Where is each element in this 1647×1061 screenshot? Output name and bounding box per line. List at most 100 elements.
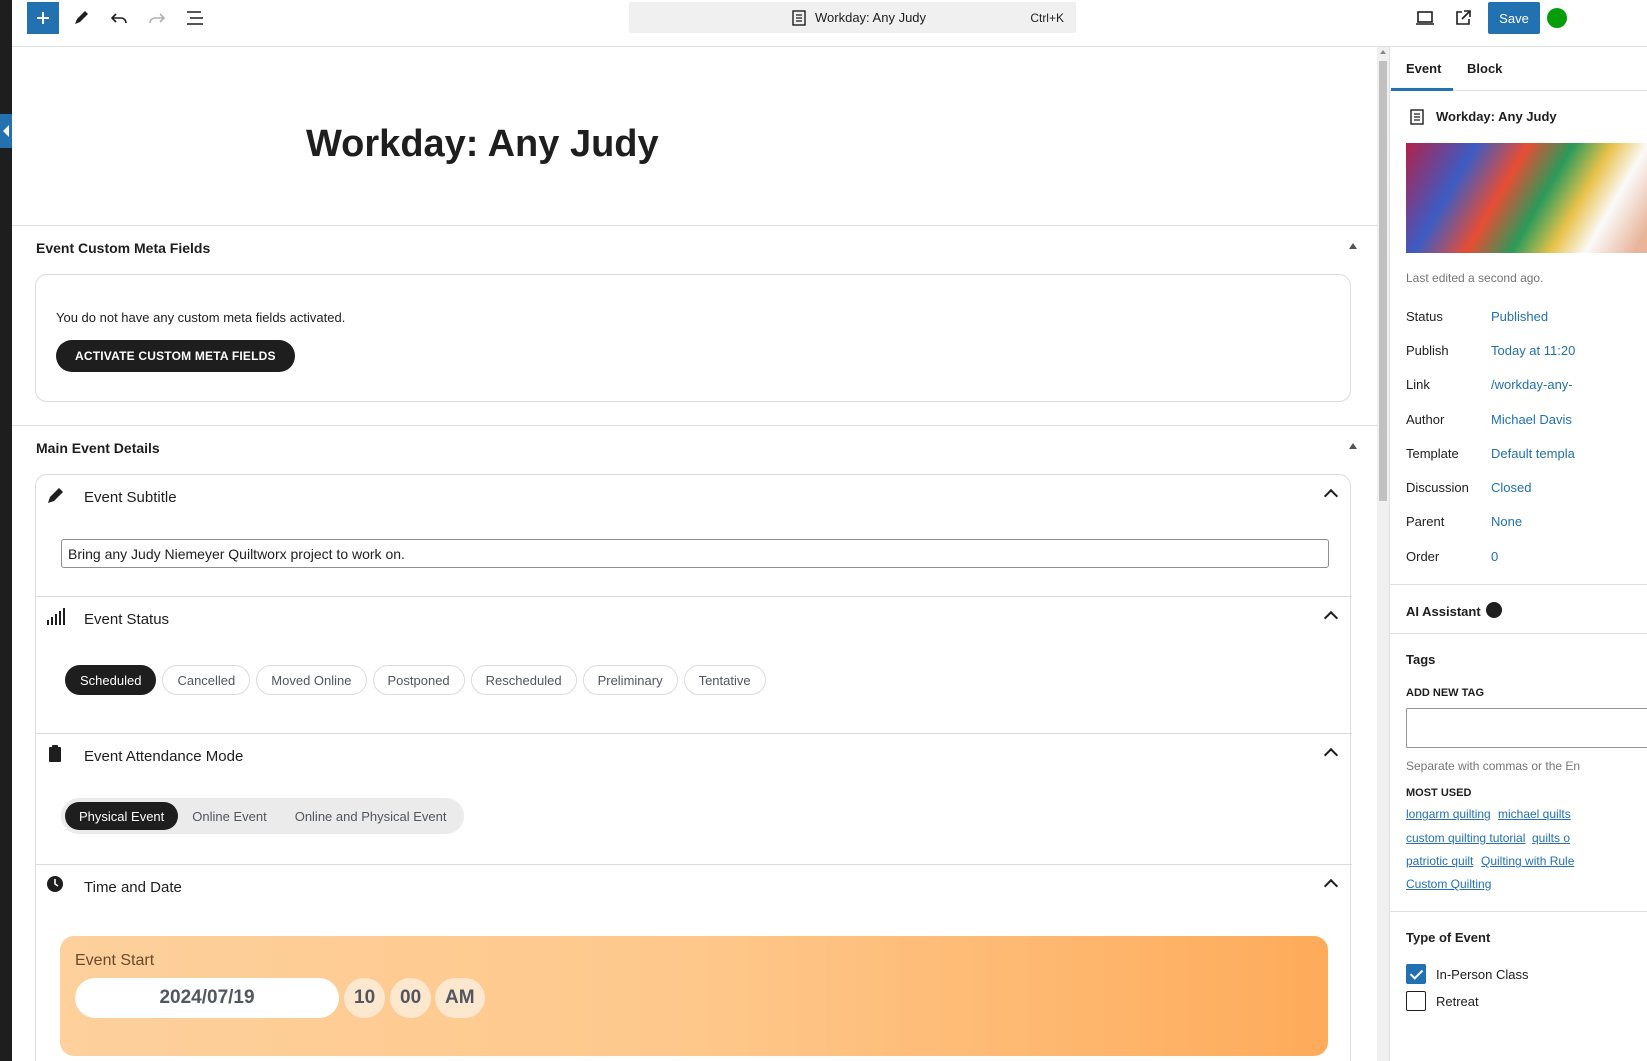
tag-link[interactable]: Quilting with Rule — [1481, 854, 1574, 868]
ai-assistant-header[interactable]: AI Assistant — [1406, 604, 1481, 619]
clock-icon — [47, 876, 63, 892]
tags-header[interactable]: Tags — [1406, 652, 1435, 667]
discussion-row-value[interactable]: Closed — [1491, 480, 1531, 495]
tags-help-text: Separate with commas or the En — [1406, 759, 1581, 773]
signal-bars-icon — [47, 608, 65, 625]
add-block-button[interactable] — [27, 2, 59, 34]
status-option-moved-online[interactable]: Moved Online — [256, 665, 367, 695]
time-date-label: Time and Date — [84, 879, 182, 896]
event-start-ampm[interactable]: AM — [435, 978, 485, 1018]
divider — [1390, 584, 1647, 585]
editor-canvas: Workday: Any Judy Event Custom Meta Fiel… — [12, 47, 1439, 1061]
sidebar-tabs: Event Block — [1390, 47, 1647, 91]
jetpack-icon[interactable] — [1547, 8, 1567, 28]
event-start-minute[interactable]: 00 — [390, 978, 432, 1018]
view-post-button[interactable] — [1447, 2, 1479, 34]
type-of-event-header[interactable]: Type of Event — [1406, 930, 1490, 945]
activate-custom-meta-button[interactable]: ACTIVATE CUSTOM META FIELDS — [56, 340, 295, 372]
tab-block[interactable]: Block — [1467, 61, 1502, 76]
command-palette-bar[interactable]: Workday: Any Judy Ctrl+K — [629, 2, 1076, 33]
divider — [1390, 633, 1647, 634]
event-start-label: Event Start — [75, 952, 155, 969]
tag-link[interactable]: michael quilts — [1498, 807, 1571, 821]
status-option-rescheduled[interactable]: Rescheduled — [470, 665, 577, 695]
tag-link[interactable]: longarm quilting — [1406, 807, 1491, 821]
status-option-tentative[interactable]: Tentative — [683, 665, 766, 695]
attendance-option-online[interactable]: Online Event — [178, 802, 280, 830]
publish-row-value[interactable]: Today at 11:20 — [1491, 343, 1575, 358]
scroll-up-arrow-icon[interactable] — [1380, 50, 1386, 54]
tag-link[interactable]: patriotic quilt — [1406, 854, 1473, 868]
custom-meta-note: You do not have any custom meta fields a… — [56, 310, 346, 325]
external-link-icon — [1456, 10, 1471, 25]
retreat-label: Retreat — [1436, 994, 1479, 1009]
publish-row-label: Publish — [1406, 343, 1449, 358]
custom-meta-box: You do not have any custom meta fields a… — [35, 274, 1351, 402]
retreat-checkbox[interactable] — [1406, 991, 1426, 1011]
redo-button[interactable] — [141, 2, 173, 34]
settings-sidebar: Event Block Workday: Any Judy Last edite… — [1389, 47, 1647, 1061]
custom-meta-header[interactable]: Event Custom Meta Fields — [36, 240, 210, 256]
order-row-value[interactable]: 0 — [1491, 549, 1498, 564]
collapse-caret-icon[interactable] — [1349, 243, 1357, 249]
order-row-label: Order — [1406, 549, 1440, 564]
preview-button[interactable] — [1409, 2, 1441, 34]
document-icon — [792, 10, 806, 26]
author-row-value[interactable]: Michael Davis — [1491, 412, 1572, 427]
document-icon — [1410, 109, 1424, 125]
pencil-icon — [48, 488, 63, 503]
chevron-up-icon[interactable] — [1323, 488, 1339, 504]
plus-icon — [37, 12, 49, 24]
list-view-icon — [187, 11, 203, 25]
chevron-up-icon[interactable] — [1323, 878, 1339, 894]
attendance-option-hybrid[interactable]: Online and Physical Event — [281, 802, 461, 830]
last-edited-text: Last edited a second ago. — [1406, 271, 1544, 285]
parent-row-value[interactable]: None — [1491, 514, 1522, 529]
event-start-hour[interactable]: 10 — [344, 978, 386, 1018]
chevron-up-icon[interactable] — [1323, 610, 1339, 626]
tag-link[interactable]: Custom Quilting — [1406, 877, 1491, 891]
active-tab-indicator — [1391, 88, 1453, 91]
in-person-class-checkbox[interactable] — [1406, 964, 1426, 984]
subtitle-section-header[interactable]: Event Subtitle — [36, 475, 1352, 519]
divider — [1390, 911, 1647, 912]
main-details-box: Event Subtitle Bring any Judy Niemeyer Q… — [35, 474, 1352, 1061]
attendance-option-physical[interactable]: Physical Event — [65, 802, 179, 830]
document-overview-button[interactable] — [179, 2, 211, 34]
add-new-tag-label: ADD NEW TAG — [1406, 687, 1485, 699]
status-option-scheduled[interactable]: Scheduled — [65, 665, 157, 695]
status-options: Scheduled Cancelled Moved Online Postpon… — [65, 665, 766, 695]
tab-event[interactable]: Event — [1406, 61, 1441, 76]
status-option-postponed[interactable]: Postponed — [372, 665, 465, 695]
collapse-caret-icon[interactable] — [1349, 443, 1357, 449]
featured-image[interactable] — [1406, 143, 1647, 253]
attendance-label: Event Attendance Mode — [84, 748, 244, 765]
subtitle-input[interactable]: Bring any Judy Niemeyer Quiltworx projec… — [61, 539, 1329, 568]
status-row-value[interactable]: Published — [1491, 309, 1548, 324]
template-row-value[interactable]: Default templa — [1491, 446, 1575, 461]
canvas-scrollbar[interactable] — [1377, 47, 1389, 1061]
attendance-options: Physical Event Online Event Online and P… — [61, 798, 465, 834]
parent-row-label: Parent — [1406, 514, 1445, 529]
link-row-value[interactable]: /workday-any- — [1491, 377, 1573, 392]
attendance-section-header[interactable]: Event Attendance Mode — [36, 734, 1352, 778]
main-details-header[interactable]: Main Event Details — [36, 440, 160, 456]
time-date-section-header[interactable]: Time and Date — [36, 865, 1352, 909]
tag-link[interactable]: custom quilting tutorial — [1406, 831, 1525, 845]
status-option-preliminary[interactable]: Preliminary — [582, 665, 678, 695]
event-start-date[interactable]: 2024/07/19 — [75, 978, 339, 1018]
undo-button[interactable] — [103, 2, 135, 34]
in-person-class-label: In-Person Class — [1436, 967, 1529, 982]
tag-link[interactable]: quilts o — [1532, 831, 1570, 845]
status-label: Event Status — [84, 611, 170, 628]
template-row-label: Template — [1406, 446, 1459, 461]
post-title[interactable]: Workday: Any Judy — [306, 123, 659, 166]
tools-button[interactable] — [65, 2, 97, 34]
scrollbar-thumb[interactable] — [1379, 61, 1387, 501]
add-tag-input[interactable] — [1406, 708, 1647, 748]
save-button[interactable]: Save — [1488, 2, 1540, 34]
status-option-cancelled[interactable]: Cancelled — [162, 665, 251, 695]
status-section-header[interactable]: Event Status — [36, 597, 1352, 641]
chevron-up-icon[interactable] — [1323, 747, 1339, 763]
collapse-menu-tab[interactable] — [0, 114, 12, 148]
